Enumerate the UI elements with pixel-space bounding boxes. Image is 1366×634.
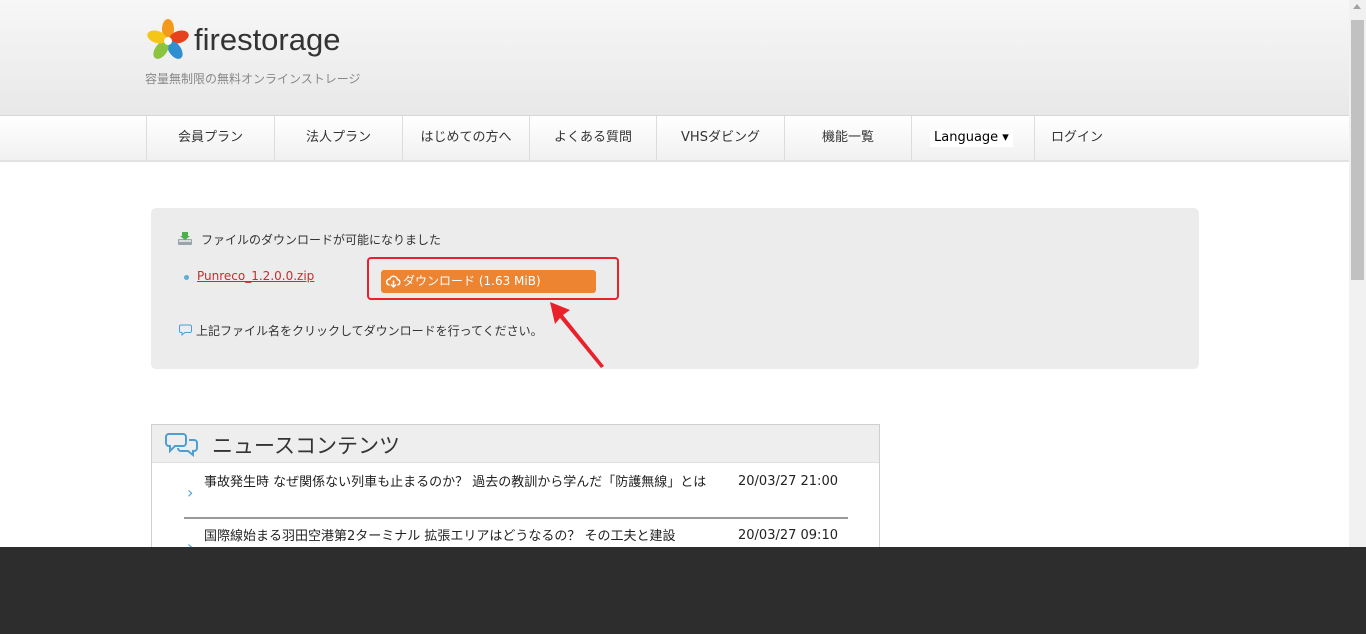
download-status-text: ファイルのダウンロードが可能になりました (201, 233, 442, 247)
nav-features[interactable]: 機能一覧 (784, 116, 911, 160)
news-item-text[interactable]: 国際線始まる羽田空港第2ターミナル 拡張エリアはどうなるの？ その工夫と建設 (204, 526, 724, 547)
news-item-date: 20/03/27 09:10 (738, 528, 838, 543)
site-header (0, 0, 1349, 116)
file-name-link[interactable]: Punreco_1.2.0.0.zip (197, 269, 314, 283)
red-arrow-annotation (550, 302, 604, 368)
chat-bubbles-icon (165, 433, 198, 457)
flower-logo-icon (147, 19, 189, 59)
download-button-label: ダウンロード (1.63 MiB) (403, 274, 541, 288)
news-item-text[interactable]: 事故発生時 なぜ関係ない列車も止まるのか？ 過去の教訓から学んだ「防護無線」とは (204, 472, 724, 493)
nav-business-plan[interactable]: 法人プラン (274, 116, 402, 160)
main-nav: 会員プラン 法人プラン はじめての方へ よくある質問 VHSダビング 機能一覧 (0, 116, 1349, 162)
nav-vhs-dubbing[interactable]: VHSダビング (656, 116, 784, 160)
nav-beginners[interactable]: はじめての方へ (402, 116, 529, 160)
bottom-dark-overlay (0, 547, 1366, 634)
cloud-download-icon (386, 275, 401, 289)
login-link[interactable]: ログイン (1034, 116, 1103, 160)
news-panel: ニュースコンテンツ › 事故発生時 なぜ関係ない列車も止まるのか？ 過去の教訓か… (151, 424, 880, 564)
chevron-right-icon: › (187, 483, 194, 502)
download-status-icon (178, 232, 192, 245)
news-divider (184, 517, 848, 519)
site-tagline: 容量無制限の無料オンラインストレージ (145, 72, 361, 86)
logo-text: firestorage (194, 22, 341, 57)
scroll-up-arrow-icon[interactable] (1353, 4, 1361, 9)
download-instruction: 上記ファイル名をクリックしてダウンロードを行ってください。 (196, 324, 543, 338)
speech-bubble-icon (179, 324, 192, 336)
news-item[interactable]: › 事故発生時 なぜ関係ない列車も止まるのか？ 過去の教訓から学んだ「防護無線」… (184, 472, 848, 516)
nav-member-plan[interactable]: 会員プラン (146, 116, 274, 160)
scrollbar-thumb[interactable] (1351, 20, 1364, 280)
news-title: ニュースコンテンツ (212, 434, 400, 458)
news-item-date: 20/03/27 21:00 (738, 474, 838, 489)
download-button[interactable]: ダウンロード (1.63 MiB) (381, 270, 596, 293)
bullet-icon (184, 275, 189, 280)
language-select[interactable]: Language ▾ (930, 129, 1013, 147)
nav-faq[interactable]: よくある質問 (529, 116, 656, 160)
news-header: ニュースコンテンツ (152, 425, 879, 463)
